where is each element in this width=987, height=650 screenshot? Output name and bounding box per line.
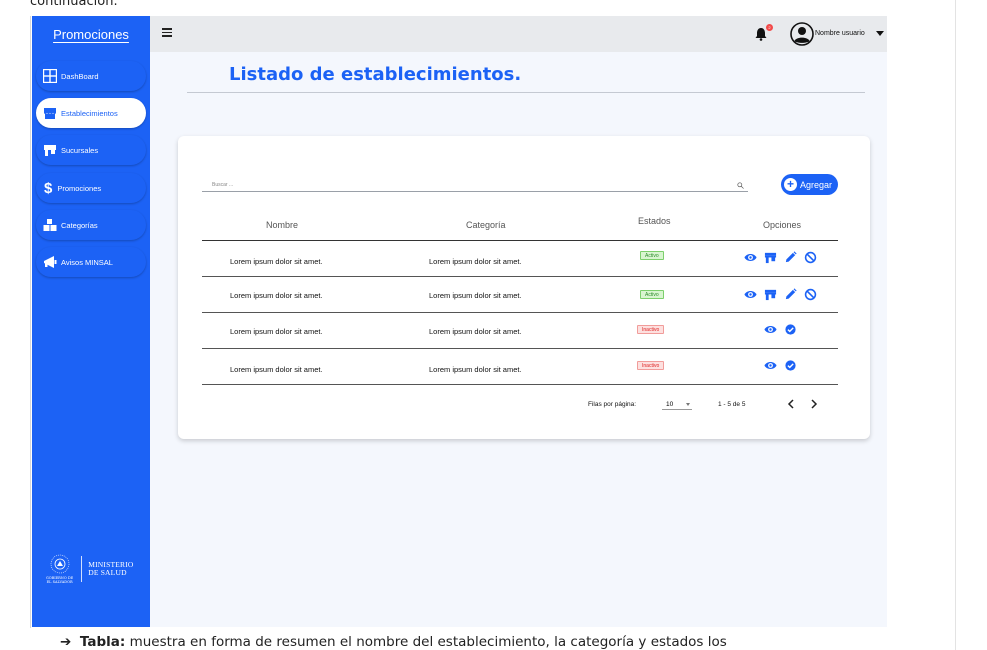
page-margin-divider — [955, 0, 956, 650]
description-text: muestra en forma de resumen el nombre de… — [125, 634, 727, 650]
pencil-icon[interactable] — [784, 288, 797, 301]
megaphone-icon — [44, 256, 57, 268]
menu-toggle-icon[interactable] — [162, 28, 172, 37]
app-screenshot: Promociones DashBoard Establecimientos S… — [32, 16, 887, 627]
status-badge: Inactivo — [637, 361, 665, 370]
cell-nombre: Lorem ipsum dolor sit amet. — [230, 257, 323, 266]
top-bar: 2 Nombre usuario — [150, 16, 887, 52]
app-brand[interactable]: Promociones — [32, 16, 150, 52]
sidebar: Promociones DashBoard Establecimientos S… — [32, 16, 150, 627]
search-input[interactable]: Buscar ... — [202, 180, 748, 192]
cell-categoria: Lorem ipsum dolor sit amet. — [429, 257, 522, 266]
dollar-icon: $ — [44, 179, 53, 197]
check-circle-icon[interactable] — [784, 359, 797, 372]
row-actions — [744, 288, 824, 301]
column-header-nombre: Nombre — [266, 220, 299, 230]
sidebar-item-label: Establecimientos — [61, 108, 118, 118]
row-actions — [744, 251, 824, 264]
sidebar-item-label: Avisos MINSAL — [61, 257, 113, 267]
table-row: Lorem ipsum dolor sit amet. Lorem ipsum … — [202, 313, 838, 349]
screenshot-border — [30, 16, 31, 628]
store-icon — [44, 108, 56, 119]
seal-caption: GOBIERNO DE EL SALVADOR — [46, 576, 74, 584]
table-row: Lorem ipsum dolor sit amet. Lorem ipsum … — [202, 349, 838, 385]
table-row: Lorem ipsum dolor sit amet. Lorem ipsum … — [202, 241, 838, 277]
grid-icon — [43, 69, 57, 83]
bullet-arrow: ➔ — [60, 634, 72, 650]
pencil-icon[interactable] — [784, 251, 797, 264]
cell-nombre: Lorem ipsum dolor sit amet. — [230, 291, 323, 300]
ministry-logo: GOBIERNO DE EL SALVADOR MINISTERIO DE SA… — [46, 554, 134, 585]
add-button-label: Agregar — [800, 179, 833, 190]
establishments-card: Buscar ... + Agregar Nombre Categoría Es… — [178, 136, 870, 439]
notification-badge: 2 — [766, 24, 773, 31]
column-header-estados: Estados — [638, 216, 671, 226]
document-intro-text: continuación. — [30, 0, 118, 9]
ministry-name: MINISTERIO DE SALUD — [88, 560, 134, 578]
logo-divider — [81, 556, 83, 583]
store-icon[interactable] — [764, 288, 777, 301]
description-term: Tabla: — [79, 634, 126, 650]
sidebar-item-label: DashBoard — [61, 71, 99, 81]
row-actions — [764, 323, 804, 336]
sidebar-item-label: Sucursales — [61, 145, 99, 155]
sidebar-item-categorias[interactable]: Categorías — [36, 210, 146, 240]
chevron-left-icon[interactable] — [786, 398, 796, 410]
column-header-opciones: Opciones — [763, 220, 802, 230]
document-description: ➔ Tabla: muestra en forma de resumen el … — [60, 634, 727, 650]
title-divider — [187, 92, 865, 93]
boxes-icon — [43, 219, 57, 231]
row-actions — [764, 359, 804, 372]
rows-per-page-label: Filas por página: — [588, 401, 637, 408]
sidebar-item-dashboard[interactable]: DashBoard — [36, 61, 146, 91]
chevron-down-icon[interactable] — [876, 31, 884, 36]
store-icon[interactable] — [764, 251, 777, 264]
sidebar-item-establecimientos[interactable]: Establecimientos — [36, 98, 146, 128]
eye-icon[interactable] — [764, 323, 777, 336]
cell-nombre: Lorem ipsum dolor sit amet. — [230, 327, 323, 336]
column-header-categoria: Categoría — [466, 220, 506, 230]
rows-per-page-select[interactable]: 10 — [662, 400, 692, 410]
search-icon[interactable] — [737, 182, 744, 189]
caret-down-icon — [686, 403, 690, 406]
eye-icon[interactable] — [744, 288, 757, 301]
government-seal-icon — [50, 554, 69, 574]
eye-icon[interactable] — [764, 359, 777, 372]
status-badge: Inactivo — [637, 325, 665, 334]
ban-icon[interactable] — [804, 251, 817, 264]
page-title: Listado de establecimientos. — [229, 64, 522, 85]
user-avatar-icon[interactable] — [790, 22, 814, 46]
add-button[interactable]: + Agregar — [781, 174, 838, 195]
eye-icon[interactable] — [744, 251, 757, 264]
chevron-right-icon[interactable] — [809, 398, 819, 410]
plus-circle-icon: + — [784, 178, 797, 191]
rows-per-page-value: 10 — [666, 401, 674, 408]
user-name[interactable]: Nombre usuario — [815, 30, 865, 37]
cell-nombre: Lorem ipsum dolor sit amet. — [230, 365, 323, 374]
status-badge: Activo — [640, 290, 664, 299]
ban-icon[interactable] — [804, 288, 817, 301]
pagination-range: 1 - 5 de 5 — [718, 401, 746, 408]
search-placeholder: Buscar ... — [212, 182, 234, 188]
sidebar-item-sucursales[interactable]: Sucursales — [36, 135, 146, 165]
sidebar-item-avisos-minsal[interactable]: Avisos MINSAL — [36, 247, 146, 277]
cell-categoria: Lorem ipsum dolor sit amet. — [429, 327, 522, 336]
check-circle-icon[interactable] — [784, 323, 797, 336]
table-row: Lorem ipsum dolor sit amet. Lorem ipsum … — [202, 277, 838, 313]
sidebar-item-label: Promociones — [57, 183, 102, 193]
shop-icon — [44, 145, 56, 156]
sidebar-item-promociones[interactable]: $ Promociones — [36, 173, 146, 203]
status-badge: Activo — [640, 251, 664, 260]
cell-categoria: Lorem ipsum dolor sit amet. — [429, 291, 522, 300]
sidebar-item-label: Categorías — [61, 220, 98, 230]
cell-categoria: Lorem ipsum dolor sit amet. — [429, 365, 522, 374]
